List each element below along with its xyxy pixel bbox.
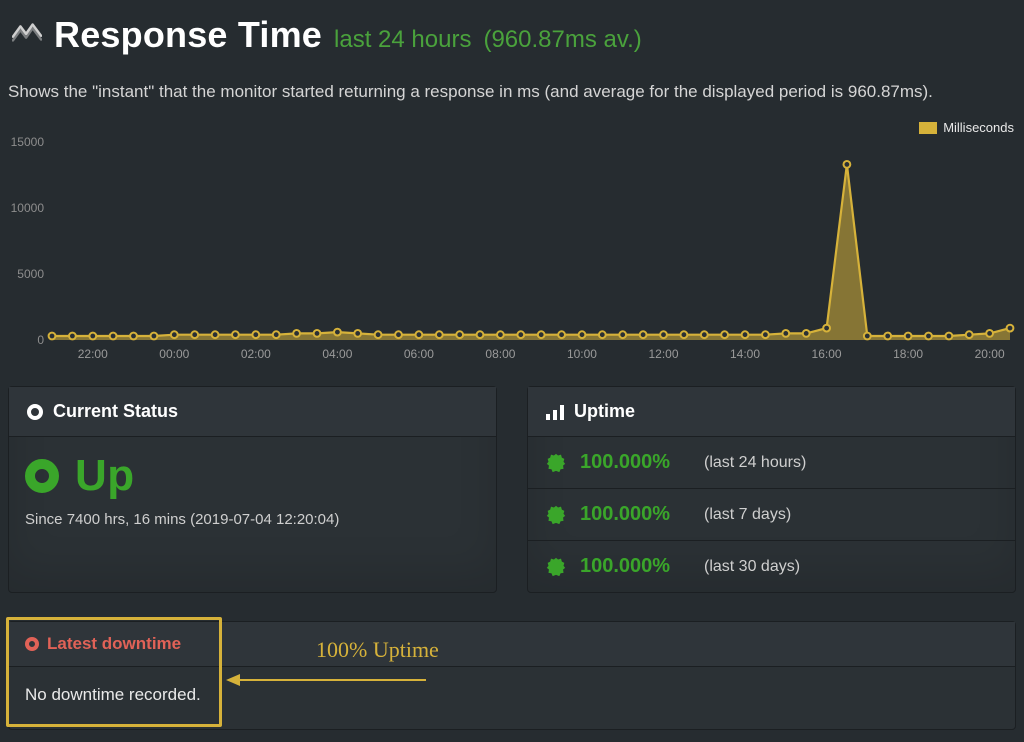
chart-legend: Milliseconds xyxy=(919,120,1014,135)
response-time-icon xyxy=(12,20,42,50)
svg-text:04:00: 04:00 xyxy=(322,347,352,361)
svg-text:0: 0 xyxy=(37,333,44,347)
svg-text:15000: 15000 xyxy=(11,135,45,149)
uptime-pct: 100.000% xyxy=(580,451,690,474)
svg-text:5000: 5000 xyxy=(17,267,44,281)
status-up-icon xyxy=(25,459,59,493)
page-title-range: last 24 hours xyxy=(334,26,471,54)
seal-icon xyxy=(546,453,566,473)
page-header: Response Time last 24 hours (960.87ms av… xyxy=(6,14,1018,56)
status-ring-icon xyxy=(27,404,43,420)
downtime-ring-icon xyxy=(25,637,39,651)
uptime-title: Uptime xyxy=(574,401,635,422)
legend-swatch-icon xyxy=(919,122,937,134)
svg-text:16:00: 16:00 xyxy=(812,347,842,361)
uptime-label: (last 24 hours) xyxy=(704,454,806,472)
svg-text:22:00: 22:00 xyxy=(78,347,108,361)
svg-text:02:00: 02:00 xyxy=(241,347,271,361)
svg-text:06:00: 06:00 xyxy=(404,347,434,361)
svg-text:20:00: 20:00 xyxy=(975,347,1005,361)
latest-downtime-card: Latest downtime No downtime recorded. xyxy=(8,621,1016,730)
page-description: Shows the "instant" that the monitor sta… xyxy=(6,82,1018,120)
uptime-label: (last 7 days) xyxy=(704,506,791,524)
current-status-header: Current Status xyxy=(9,387,496,437)
latest-downtime-title: Latest downtime xyxy=(47,634,181,654)
uptime-pct: 100.000% xyxy=(580,555,690,578)
page-title-average: (960.87ms av.) xyxy=(483,26,641,54)
bars-icon xyxy=(546,404,564,420)
uptime-card: Uptime 100.000% (last 24 hours) 100.000%… xyxy=(527,386,1016,593)
svg-text:14:00: 14:00 xyxy=(730,347,760,361)
svg-text:00:00: 00:00 xyxy=(159,347,189,361)
status-since: Since 7400 hrs, 16 mins (2019-07-04 12:2… xyxy=(25,511,478,528)
uptime-row: 100.000% (last 24 hours) xyxy=(528,437,1015,488)
uptime-pct: 100.000% xyxy=(580,503,690,526)
uptime-row: 100.000% (last 7 days) xyxy=(528,488,1015,540)
uptime-label: (last 30 days) xyxy=(704,558,800,576)
legend-label: Milliseconds xyxy=(943,120,1014,135)
latest-downtime-body: No downtime recorded. xyxy=(9,667,1015,729)
current-status-card: Current Status Up Since 7400 hrs, 16 min… xyxy=(8,386,497,593)
page-title: Response Time xyxy=(54,14,322,56)
latest-downtime-header: Latest downtime xyxy=(9,622,1015,667)
svg-text:18:00: 18:00 xyxy=(893,347,923,361)
svg-text:10000: 10000 xyxy=(11,201,45,215)
seal-icon xyxy=(546,557,566,577)
svg-text:08:00: 08:00 xyxy=(485,347,515,361)
svg-text:12:00: 12:00 xyxy=(648,347,678,361)
uptime-row: 100.000% (last 30 days) xyxy=(528,540,1015,592)
current-status-title: Current Status xyxy=(53,401,178,422)
seal-icon xyxy=(546,505,566,525)
uptime-header: Uptime xyxy=(528,387,1015,437)
response-time-chart[interactable]: Milliseconds 0 5000 10000 15000 22:00 00:00 0… xyxy=(6,120,1018,366)
svg-text:10:00: 10:00 xyxy=(567,347,597,361)
status-word: Up xyxy=(75,451,135,501)
